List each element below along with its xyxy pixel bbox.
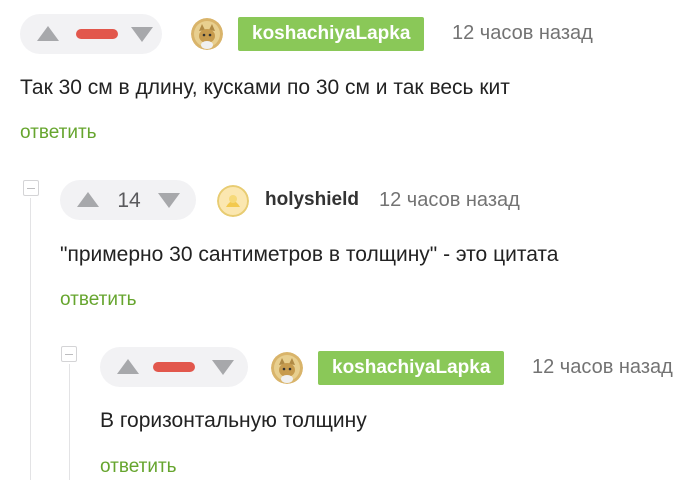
arrow-down-icon[interactable] bbox=[131, 27, 153, 42]
comment-time: 12 часов назад bbox=[452, 22, 593, 44]
comment-text: В горизонтальную толщину bbox=[100, 409, 367, 432]
cat-avatar-icon bbox=[191, 18, 223, 50]
comment-text: "примерно 30 сантиметров в толщину" - эт… bbox=[60, 243, 559, 266]
cat-avatar-icon bbox=[271, 352, 303, 384]
rating-control bbox=[20, 14, 162, 54]
avatar[interactable] bbox=[217, 185, 249, 217]
collapse-icon[interactable] bbox=[61, 346, 77, 362]
rating-control bbox=[100, 347, 248, 387]
arrow-down-icon[interactable] bbox=[212, 360, 234, 375]
rating-count: 14 bbox=[117, 189, 141, 212]
author-name[interactable]: holyshield bbox=[265, 189, 359, 211]
reply-link[interactable]: ответить bbox=[60, 289, 137, 311]
avatar[interactable] bbox=[271, 352, 303, 384]
thread-line bbox=[30, 198, 31, 480]
reply-link[interactable]: ответить bbox=[20, 122, 97, 144]
comment-time: 12 часов назад bbox=[532, 356, 673, 378]
author-name-badge[interactable]: koshachiyaLapka bbox=[318, 351, 505, 385]
negative-rating-icon bbox=[153, 362, 195, 372]
comment-time: 12 часов назад bbox=[379, 189, 520, 211]
user-avatar-icon bbox=[217, 185, 249, 217]
rating-control: 14 bbox=[60, 180, 196, 220]
collapse-icon[interactable] bbox=[23, 180, 39, 196]
avatar[interactable] bbox=[191, 18, 223, 50]
reply-link[interactable]: ответить bbox=[100, 456, 177, 478]
arrow-up-icon[interactable] bbox=[117, 359, 139, 374]
thread-line bbox=[69, 364, 70, 480]
arrow-down-icon[interactable] bbox=[158, 193, 180, 208]
negative-rating-icon bbox=[76, 29, 118, 39]
author-name-badge[interactable]: koshachiyaLapka bbox=[238, 17, 425, 51]
comment-text: Так 30 см в длину, кусками по 30 см и та… bbox=[20, 76, 510, 99]
arrow-up-icon[interactable] bbox=[77, 192, 99, 207]
arrow-up-icon[interactable] bbox=[37, 26, 59, 41]
